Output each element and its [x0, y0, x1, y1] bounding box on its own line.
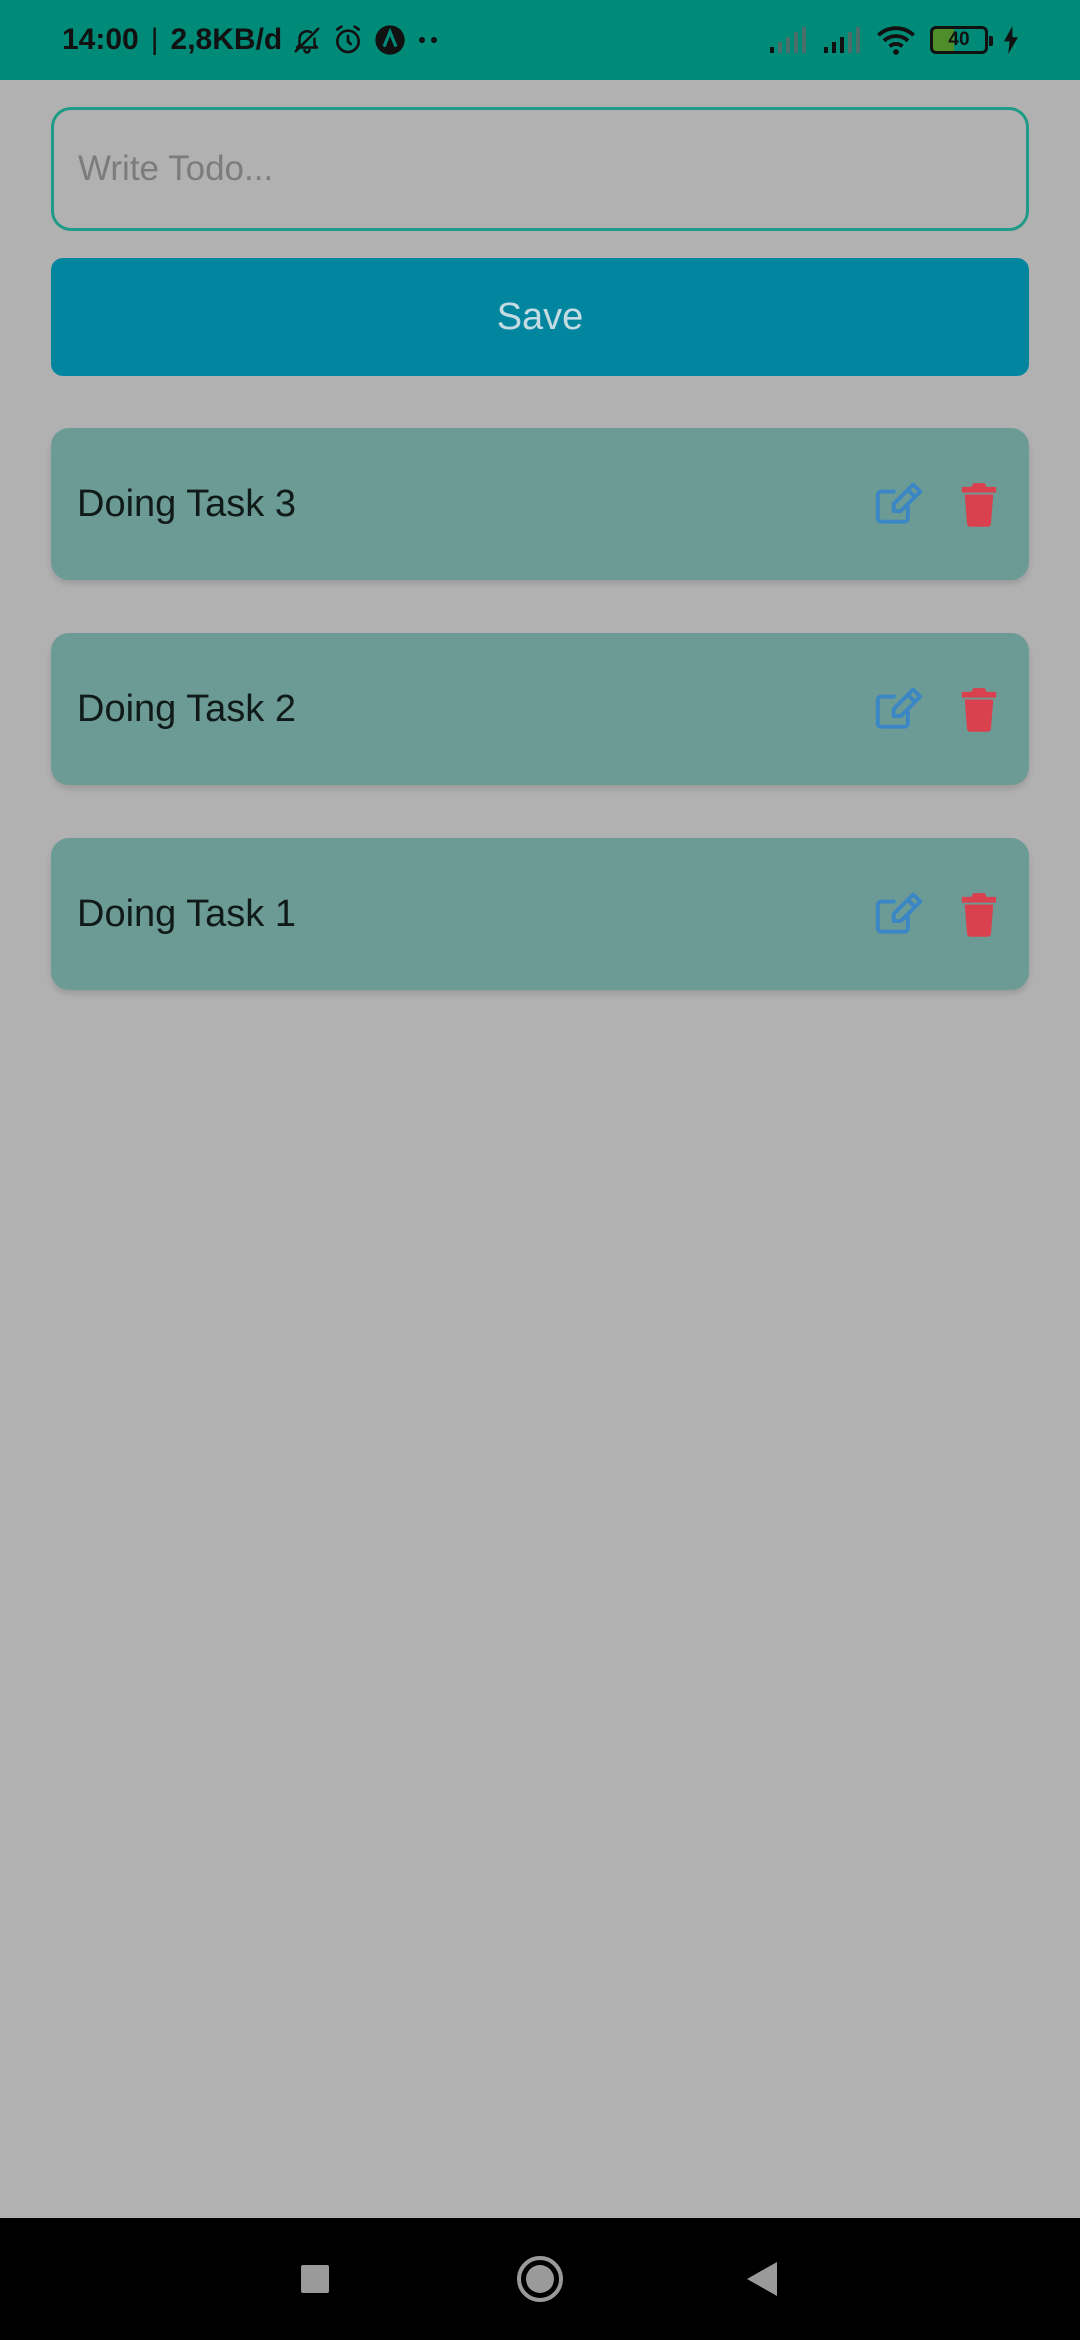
back-triangle-icon[interactable]	[728, 2246, 794, 2312]
signal-icon	[822, 25, 862, 55]
task-item: Doing Task 1	[51, 838, 1029, 990]
edit-icon[interactable]	[873, 888, 925, 940]
network-speed: 2,8KB/d	[170, 23, 283, 56]
todo-input[interactable]	[51, 107, 1029, 231]
status-separator: |	[150, 23, 159, 56]
edit-icon[interactable]	[873, 478, 925, 530]
task-actions	[873, 888, 1005, 940]
battery-level: 40	[948, 29, 970, 50]
app-notification-icon	[374, 24, 406, 56]
status-left: 14:00 | 2,8KB/d	[62, 23, 440, 57]
edit-icon[interactable]	[873, 683, 925, 735]
task-actions	[873, 478, 1005, 530]
task-label: Doing Task 1	[77, 892, 296, 935]
charging-icon	[1002, 26, 1020, 54]
battery-icon: 40	[930, 26, 993, 54]
signal-icon	[768, 25, 808, 55]
bell-off-icon	[292, 25, 322, 55]
task-list: Doing Task 3 Doing Task 2 Doing Task 1	[51, 428, 1029, 1043]
task-item: Doing Task 2	[51, 633, 1029, 785]
trash-icon[interactable]	[953, 683, 1005, 735]
task-label: Doing Task 2	[77, 687, 296, 730]
task-actions	[873, 683, 1005, 735]
wifi-icon	[876, 24, 916, 56]
app-screen: 14:00 | 2,8KB/d 40 Write Todo... Save Do…	[0, 0, 1080, 2340]
save-button-label: Save	[496, 295, 584, 338]
status-right: 40	[768, 24, 1020, 56]
more-dots-icon	[416, 35, 440, 45]
task-item: Doing Task 3	[51, 428, 1029, 580]
alarm-icon	[332, 24, 364, 56]
recents-square-icon[interactable]	[282, 2246, 348, 2312]
home-circle-icon[interactable]	[507, 2246, 573, 2312]
trash-icon[interactable]	[953, 888, 1005, 940]
trash-icon[interactable]	[953, 478, 1005, 530]
status-bar: 14:00 | 2,8KB/d 40	[0, 0, 1080, 80]
status-time: 14:00	[62, 23, 139, 56]
save-button[interactable]: Save	[51, 258, 1029, 376]
navigation-bar	[0, 2218, 1080, 2340]
task-label: Doing Task 3	[77, 482, 296, 525]
